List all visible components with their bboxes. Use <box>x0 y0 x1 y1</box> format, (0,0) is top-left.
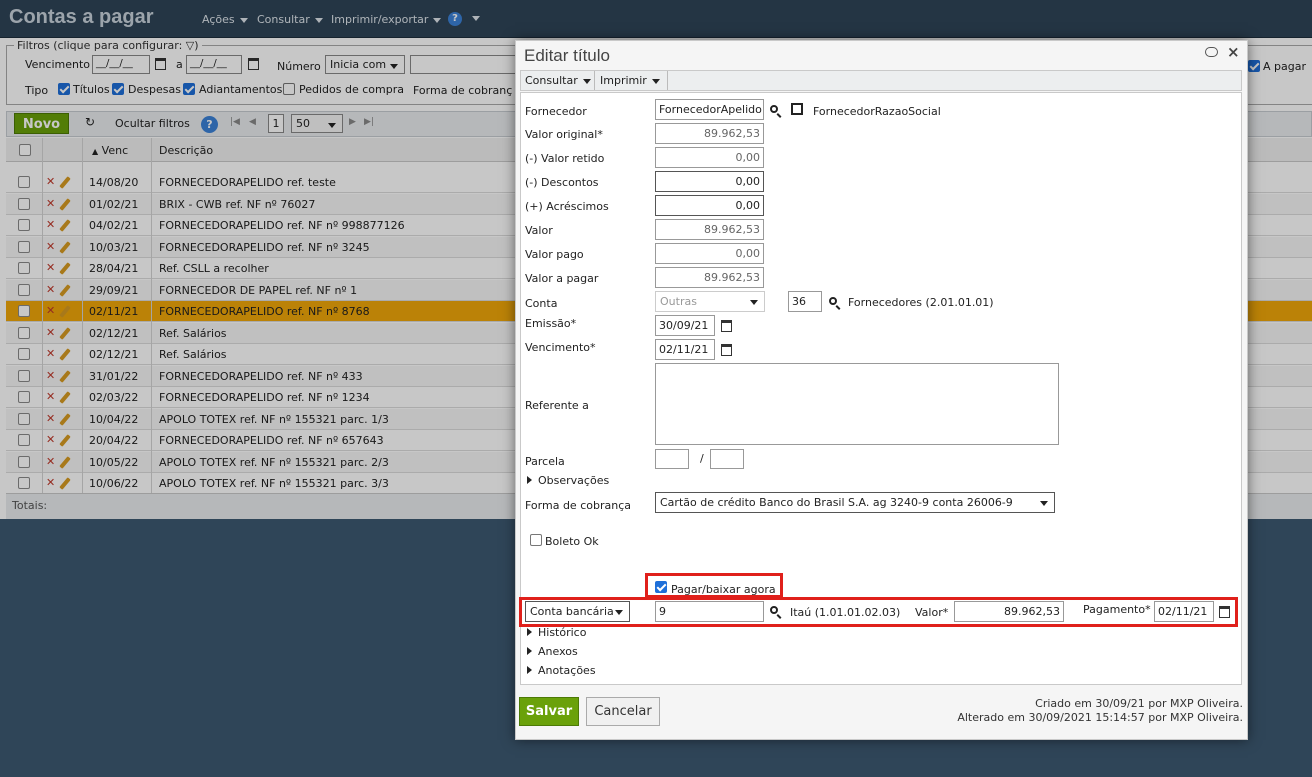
valor-retido-label: (-) Valor retido <box>525 152 605 165</box>
referente-a-textarea[interactable] <box>655 363 1059 445</box>
valor-label: Valor <box>525 224 553 237</box>
alterado-em-text: Alterado em 30/09/2021 15:14:57 por MXP … <box>957 711 1243 724</box>
pagar-baixar-checkbox[interactable] <box>655 581 667 593</box>
conta-nome: Fornecedores (2.01.01.01) <box>848 296 994 309</box>
search-icon[interactable] <box>770 606 778 614</box>
forma-cobranca-label: Forma de cobrança <box>525 499 631 512</box>
valor-original-input[interactable]: 89.962,53 <box>655 123 764 144</box>
search-icon[interactable] <box>770 105 778 113</box>
comment-icon[interactable] <box>1205 47 1218 57</box>
menu-divider <box>594 71 595 90</box>
anotacoes-toggle[interactable]: Anotações <box>538 664 596 677</box>
valor-pago-input[interactable]: 0,00 <box>655 243 764 264</box>
forma-cobranca-select[interactable]: Cartão de crédito Banco do Brasil S.A. a… <box>655 492 1055 513</box>
valor-a-pagar-input[interactable]: 89.962,53 <box>655 267 764 288</box>
salvar-button[interactable]: Salvar <box>519 697 579 726</box>
data-pagamento-input[interactable]: 02/11/21 <box>1154 601 1214 622</box>
expand-icon[interactable] <box>527 666 532 674</box>
emissao-input[interactable]: 30/09/21 <box>655 315 715 336</box>
valor-retido-input[interactable]: 0,00 <box>655 147 764 168</box>
dialog-menubar: Consultar Imprimir <box>520 70 1242 91</box>
criado-em-text: Criado em 30/09/21 por MXP Oliveira. <box>1035 697 1243 710</box>
historico-toggle[interactable]: Histórico <box>538 626 586 639</box>
audit-info: Criado em 30/09/21 por MXP Oliveira. Alt… <box>957 697 1243 725</box>
vencimento-label: Vencimento* <box>525 341 596 354</box>
anexos-toggle[interactable]: Anexos <box>538 645 578 658</box>
referente-a-label: Referente a <box>525 399 589 412</box>
boleto-ok-label: Boleto Ok <box>545 535 599 548</box>
dialog-title: Editar título <box>524 46 610 65</box>
conta-label: Conta <box>525 297 558 310</box>
conta-tipo-select[interactable]: Outras <box>655 291 765 312</box>
pagar-baixar-label: Pagar/baixar agora <box>671 583 776 596</box>
parcela-total-input[interactable] <box>710 449 744 469</box>
search-icon[interactable] <box>829 297 837 305</box>
cancelar-button[interactable]: Cancelar <box>586 697 660 726</box>
conta-bancaria-select[interactable]: Conta bancária <box>525 601 630 622</box>
expand-icon[interactable] <box>527 647 532 655</box>
valor-pagamento-label: Valor* <box>915 606 949 619</box>
valor-a-pagar-label: Valor a pagar <box>525 272 599 285</box>
fornecedor-label: Fornecedor <box>525 105 587 118</box>
fornecedor-razao-social: FornecedorRazaoSocial <box>813 105 941 118</box>
parcela-label: Parcela <box>525 455 565 468</box>
descontos-input[interactable]: 0,00 <box>655 171 764 192</box>
conta-bancaria-nome: Itaú (1.01.01.02.03) <box>790 606 901 619</box>
close-icon[interactable]: × <box>1227 43 1240 61</box>
valor-input[interactable]: 89.962,53 <box>655 219 764 240</box>
valor-pagamento-input[interactable]: 89.962,53 <box>954 601 1064 622</box>
parcela-separator: / <box>700 452 704 465</box>
menu-divider <box>667 71 668 90</box>
parcela-numero-input[interactable] <box>655 449 689 469</box>
expand-icon[interactable] <box>527 476 532 484</box>
emissao-label: Emissão* <box>525 317 577 330</box>
editar-titulo-dialog: Editar título × Consultar Imprimir Forne… <box>515 40 1248 740</box>
descontos-label: (-) Descontos <box>525 176 599 189</box>
vencimento-input[interactable]: 02/11/21 <box>655 339 715 360</box>
valor-pago-label: Valor pago <box>525 248 584 261</box>
dialog-menu-consultar[interactable]: Consultar <box>525 74 591 87</box>
boleto-ok-checkbox[interactable] <box>530 534 542 546</box>
pagamento-label: Pagamento* <box>1083 603 1151 616</box>
dialog-form: Fornecedor FornecedorApelido FornecedorR… <box>519 92 1242 685</box>
calendar-icon[interactable] <box>721 344 732 356</box>
fornecedor-input[interactable]: FornecedorApelido <box>655 99 764 120</box>
external-link-icon[interactable] <box>791 103 803 115</box>
calendar-icon[interactable] <box>1219 606 1230 618</box>
expand-icon[interactable] <box>527 628 532 636</box>
conta-codigo-input[interactable]: 36 <box>788 291 822 312</box>
valor-original-label: Valor original* <box>525 128 603 141</box>
dialog-menu-imprimir[interactable]: Imprimir <box>600 74 660 87</box>
acrescimos-input[interactable]: 0,00 <box>655 195 764 216</box>
calendar-icon[interactable] <box>721 320 732 332</box>
observacoes-toggle[interactable]: Observações <box>538 474 609 487</box>
acrescimos-label: (+) Acréscimos <box>525 200 609 213</box>
conta-bancaria-codigo-input[interactable]: 9 <box>655 601 764 622</box>
